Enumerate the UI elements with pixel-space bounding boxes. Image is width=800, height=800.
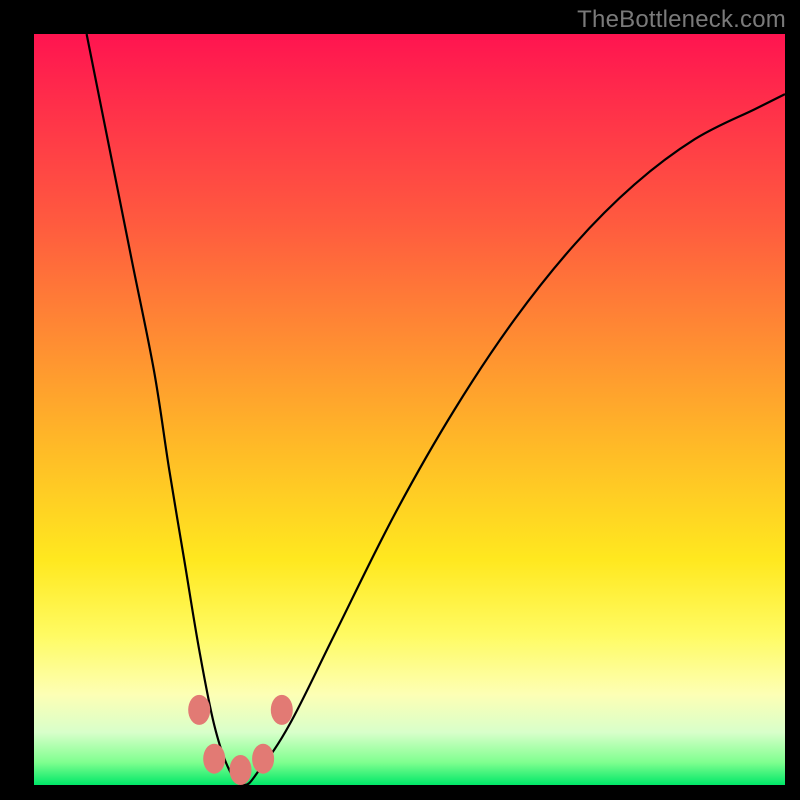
plot-area (34, 34, 785, 785)
chart-frame: TheBottleneck.com (0, 0, 800, 800)
curve-marker (271, 695, 293, 725)
watermark-label: TheBottleneck.com (577, 6, 786, 34)
bottleneck-curve (87, 34, 785, 785)
curve-marker (252, 744, 274, 774)
curve-svg (34, 34, 785, 785)
curve-marker (203, 744, 225, 774)
curve-marker (188, 695, 210, 725)
curve-markers (188, 695, 293, 785)
curve-marker (230, 755, 252, 785)
